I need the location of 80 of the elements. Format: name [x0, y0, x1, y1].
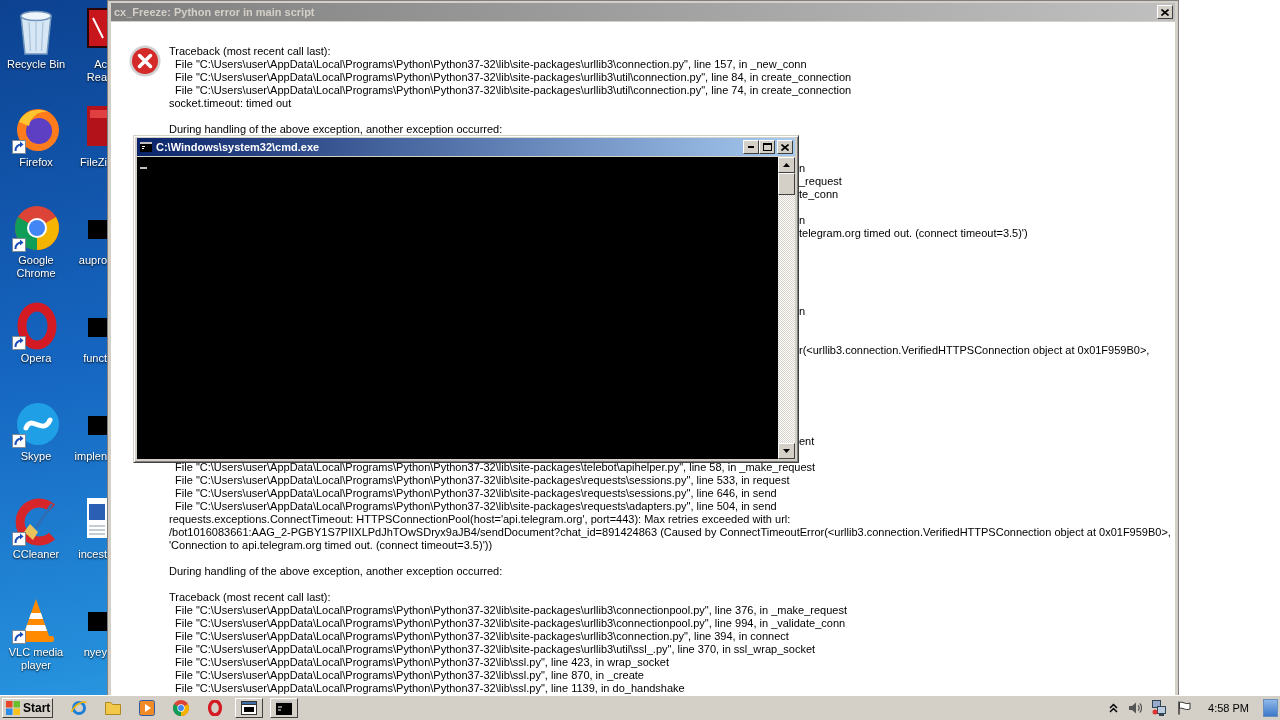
traceback-line: requests.exceptions.ConnectTimeout: HTTPSConnectionPool(host='api.telegram.org', port=443): Max retries exceeded with url: [169, 513, 792, 526]
desktop-icon-label: Opera [20, 352, 52, 365]
traceback-line: socket.timeout: timed out [169, 97, 293, 110]
document-icon[interactable] [87, 498, 107, 538]
desktop-icon-label: Firefox [19, 156, 53, 169]
traceback-line: File "C:\Users\user\AppData\Local\Programs\Python\Python37-32\lib\site-packages\urllib3\util\connection.py", line 84, in create_connection [174, 71, 853, 84]
traceback-line: n [799, 305, 807, 318]
traceback-line: File "C:\Users\user\AppData\Local\Programs\Python\Python37-32\lib\ssl.py", line 870, in _create [174, 669, 645, 682]
console-app-icon [140, 142, 152, 152]
traceback-line: File "C:\Users\user\AppData\Local\Programs\Python\Python37-32\lib\site-packages\telebot\apihelper.py", line 58, in _make_request [174, 461, 817, 474]
start-button[interactable]: Start [2, 698, 53, 718]
desktop-icon-label: incest [78, 548, 107, 561]
desktop-icon-label: Recycle Bin [6, 58, 66, 71]
error-icon [129, 45, 161, 77]
traceback-line: File "C:\Users\user\AppData\Local\Programs\Python\Python37-32\lib\site-packages\urllib3\util\connection.py", line 74, in create_connection [174, 84, 853, 97]
traceback-line: 'Connection to api.telegram.org timed out. (connect timeout=3.5)')) [169, 539, 494, 552]
close-icon [1161, 8, 1169, 16]
traceback-line: File "C:\Users\user\AppData\Local\Programs\Python\Python37-32\lib\site-packages\urllib3\connectionpool.py", line 376, in _make_request [174, 604, 848, 617]
traceback-line: /bot1016083661:AAG_2-PGBY1S7PIIXLPdJhTOwSDryx9aJB4/sendDocument?chat_id=891424863 (Caused by ConnectTimeoutError(<urllib3.connection.VerifiedHTTPSConnection object at 0x01F959B0>, [169, 526, 1171, 539]
taskbar-button[interactable] [235, 698, 263, 718]
desktop-icon-label: Google Chrome [15, 254, 57, 280]
console-icon [276, 701, 292, 715]
speaker-icon[interactable] [1128, 701, 1143, 715]
window-title: C:\Windows\system32\cmd.exe [156, 139, 321, 155]
taskbar-button[interactable] [270, 698, 298, 718]
traceback-line: File "C:\Users\user\AppData\Local\Programs\Python\Python37-32\lib\site-packages\urllib3\connection.py", line 394, in connect [174, 630, 790, 643]
traceback-line: File "C:\Users\user\AppData\Local\Programs\Python\Python37-32\lib\site-packages\urllib3\connectionpool.py", line 994, in _validate_conn [174, 617, 847, 630]
traceback-line: Traceback (most recent call last): [169, 45, 332, 58]
browser-icon[interactable] [12, 204, 60, 252]
desktop-icon-label: nyey [83, 646, 107, 659]
minimize-icon [748, 146, 754, 148]
desktop-icon-label: aupro [78, 254, 107, 267]
traceback-line: _request [799, 175, 843, 188]
traceback-line: telegram.org timed out. (connect timeout=3.5)') [799, 227, 1029, 240]
desktop-icon-label: funct [83, 352, 107, 365]
close-button[interactable] [777, 140, 793, 154]
network-icon[interactable] [1152, 700, 1167, 716]
desktop-icon-label: Skype [20, 450, 52, 463]
caret-up-icon [783, 163, 790, 167]
clock[interactable]: 4:58 PM [1208, 699, 1249, 717]
window-icon [241, 701, 257, 715]
desktop-icon-label: VLC media player [7, 646, 65, 672]
scroll-down-button[interactable] [778, 443, 795, 459]
desktop-icon-label: implen [74, 450, 107, 463]
window-title: cx_Freeze: Python error in main script [114, 4, 316, 20]
desktop-icon-label: FileZi [80, 156, 107, 169]
close-icon [781, 143, 789, 151]
maximize-button[interactable] [759, 140, 775, 154]
traceback-line: n [799, 214, 807, 227]
chat-app-icon[interactable] [12, 400, 60, 448]
chevron-up-icon[interactable] [1109, 703, 1119, 713]
traceback-line: Traceback (most recent call last): [169, 591, 332, 604]
media-player-icon[interactable] [139, 700, 155, 716]
browser-icon[interactable] [12, 106, 60, 154]
desktop-icon-label: Ac Rea [86, 58, 107, 84]
traceback-line: File "C:\Users\user\AppData\Local\Programs\Python\Python37-32\lib\ssl.py", line 1139, in do_handshake [174, 682, 686, 695]
traceback-line: File "C:\Users\user\AppData\Local\Programs\Python\Python37-32\lib\site-packages\requests\sessions.py", line 646, in send [174, 487, 778, 500]
maximize-icon [762, 143, 772, 151]
close-button[interactable] [1157, 5, 1173, 19]
start-logo-icon [6, 701, 20, 715]
desktop-icon-label: CCleaner [12, 548, 60, 561]
ring-icon[interactable] [207, 700, 223, 716]
scroll-up-button[interactable] [778, 157, 795, 173]
traceback-line: During handling of the above exception, another exception occurred: [169, 565, 504, 578]
flag-icon[interactable] [1177, 701, 1192, 715]
traceback-line: File "C:\Users\user\AppData\Local\Programs\Python\Python37-32\lib\site-packages\requests\sessions.py", line 533, in request [174, 474, 791, 487]
caret-down-icon [783, 449, 790, 453]
traceback-line: te_conn [799, 188, 840, 201]
traceback-line: ent [799, 435, 816, 448]
traceback-line: r(<urllib3.connection.VerifiedHTTPSConnection object at 0x01F959B0>, [799, 344, 1151, 357]
minimize-button[interactable] [743, 140, 759, 154]
app-icon[interactable] [87, 8, 107, 48]
traceback-line: File "C:\Users\user\AppData\Local\Programs\Python\Python37-32\lib\site-packages\urllib3\connection.py", line 157, in _new_conn [174, 58, 808, 71]
traceback-line: During handling of the above exception, another exception occurred: [169, 123, 504, 136]
traceback-line: File "C:\Users\user\AppData\Local\Programs\Python\Python37-32\lib\site-packages\requests\adapters.py", line 504, in send [174, 500, 778, 513]
scroll-thumb[interactable] [778, 173, 795, 195]
traceback-line: File "C:\Users\user\AppData\Local\Programs\Python\Python37-32\lib\site-packages\urllib3\util\ssl_.py", line 370, in ssl_wrap_socket [174, 643, 817, 656]
traceback-line: File "C:\Users\user\AppData\Local\Programs\Python\Python37-32\lib\ssl.py", line 423, in wrap_socket [174, 656, 670, 669]
text-cursor-icon [140, 167, 147, 169]
traceback-line: n [799, 162, 807, 175]
